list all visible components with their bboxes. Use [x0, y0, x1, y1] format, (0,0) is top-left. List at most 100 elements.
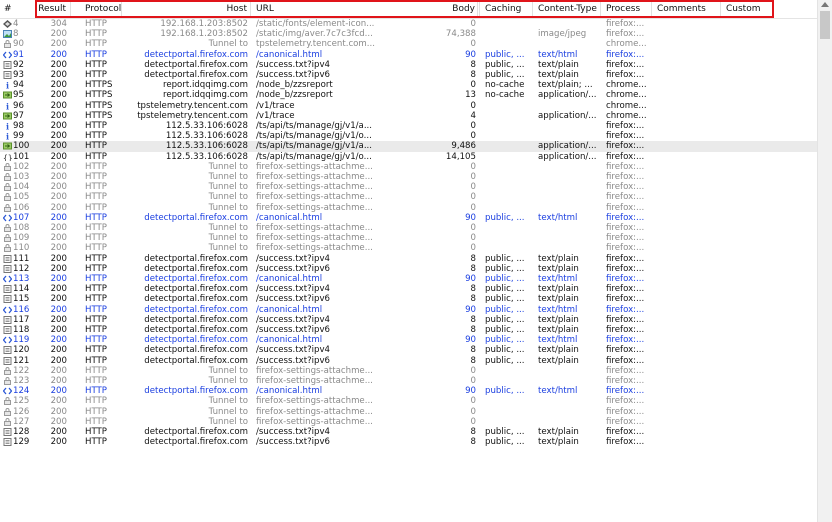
session-row[interactable]: 106 200 HTTP Tunnel to firefox-settings-atta… [0, 203, 818, 213]
cell-number: 104 [13, 182, 30, 193]
cell-protocol: HTTP [85, 253, 107, 264]
cell-caching: public, ... [485, 212, 525, 223]
cell-number: 97 [13, 110, 24, 121]
cell-body: 74,388 [445, 29, 476, 40]
cell-url: firefox-settings-attachme... [256, 182, 373, 193]
column-header-number[interactable]: # [0, 0, 36, 18]
session-row[interactable]: 115 200 HTTP detectportal.firefox.com/succe… [0, 294, 818, 304]
cell-host: detectportal.firefox.com [144, 284, 248, 295]
cell-caching: public, ... [485, 59, 525, 70]
column-header-protocol[interactable]: Protocol [72, 0, 122, 18]
cell-host: Tunnel to [208, 202, 248, 213]
session-row[interactable]: 112 200 HTTP detectportal.firefox.com/succe… [0, 264, 818, 274]
cell-content-type [538, 131, 601, 141]
session-row[interactable]: {} 101 200 HTTP 112.5.33.106:6028/ts/api/ts/… [0, 151, 818, 163]
session-row[interactable]: 107 200 HTTP detectportal.firefox.com/canon… [0, 213, 818, 223]
cell-body: 90 [465, 335, 476, 346]
session-row[interactable]: i 99 200 HTTP 112.5.33.106:6028/ts/api/ts/ma… [0, 131, 818, 142]
column-header-content-type[interactable]: Content-Type [534, 0, 601, 18]
svg-text:i: i [6, 102, 9, 110]
column-header-caching[interactable]: Caching [481, 0, 533, 18]
cell-number: 105 [13, 192, 30, 203]
column-header-result[interactable]: Result [37, 0, 71, 18]
column-header-row: # Result Protocol Host URL Body Caching … [0, 0, 818, 19]
session-row[interactable]: 121 200 HTTP detectportal.firefox.com/succe… [0, 356, 818, 366]
session-row[interactable]: i 98 200 HTTP 112.5.33.106:6028/ts/api/ts/ma… [0, 121, 818, 132]
column-header-host[interactable]: Host [123, 0, 251, 18]
cell-result: 200 [50, 304, 67, 315]
session-row[interactable]: 108 200 HTTP Tunnel to firefox-settings-atta… [0, 223, 818, 233]
session-row[interactable]: 125 200 HTTP Tunnel to firefox-settings-atta… [0, 396, 818, 406]
session-row[interactable]: 110 200 HTTP Tunnel to firefox-settings-atta… [0, 243, 818, 253]
column-header-custom[interactable]: Custom [722, 0, 774, 18]
session-row[interactable]: 109 200 HTTP Tunnel to firefox-settings-atta… [0, 233, 818, 243]
cell-process: firefox:... [606, 49, 645, 60]
cell-content-type [538, 396, 601, 406]
scrollbar-thumb[interactable] [820, 11, 830, 39]
session-row[interactable]: 97 200 HTTPS tpstelemetry.tencent.com/v1/tr… [0, 111, 818, 121]
session-row[interactable]: i 94 200 HTTPS report.idqqimg.com/node_b/zzs… [0, 80, 818, 91]
session-row[interactable]: 102 200 HTTP Tunnel to firefox-settings-atta… [0, 162, 818, 172]
cell-host: report.idqqimg.com [162, 90, 248, 101]
cell-content-type [538, 417, 601, 427]
session-row[interactable]: 119 200 HTTP detectportal.firefox.com/canon… [0, 335, 818, 345]
session-row[interactable]: 127 200 HTTP Tunnel to firefox-settings-atta… [0, 417, 818, 427]
cell-content-type: text/html [538, 212, 578, 223]
cell-number: 129 [13, 437, 30, 448]
session-row[interactable]: 8 200 HTTP 192.168.1.203:8502/static/img/av… [0, 29, 818, 39]
session-list[interactable]: # Result Protocol Host URL Body Caching … [0, 0, 818, 522]
session-row[interactable]: 129 200 HTTP detectportal.firefox.com/succe… [0, 437, 818, 447]
column-header-comments[interactable]: Comments [653, 0, 721, 18]
session-row[interactable]: 111 200 HTTP detectportal.firefox.com/succe… [0, 254, 818, 264]
cell-content-type: text/plain [538, 325, 579, 335]
cell-protocol: HTTP [85, 294, 107, 305]
cell-content-type: application/... [538, 110, 597, 121]
cell-result: 200 [50, 29, 67, 40]
cell-url: /success.txt?ipv6 [256, 70, 331, 80]
session-row[interactable]: 124 200 HTTP detectportal.firefox.com/canon… [0, 386, 818, 396]
session-row[interactable]: 4 304 HTTP 192.168.1.203:8502/static/fonts/… [0, 19, 818, 29]
cell-caching: public, ... [485, 437, 525, 448]
session-row[interactable]: 104 200 HTTP Tunnel to firefox-settings-atta… [0, 182, 818, 192]
cell-host: Tunnel to [208, 192, 248, 203]
cell-process: firefox:... [606, 365, 645, 376]
cell-body: 8 [470, 70, 476, 80]
session-row[interactable]: 92 200 HTTP detectportal.firefox.com/succes… [0, 60, 818, 70]
session-row[interactable]: 117 200 HTTP detectportal.firefox.com/succe… [0, 315, 818, 325]
text-icon [3, 71, 12, 79]
session-row[interactable]: 105 200 HTTP Tunnel to firefox-settings-atta… [0, 192, 818, 202]
session-row[interactable]: 126 200 HTTP Tunnel to firefox-settings-atta… [0, 407, 818, 417]
lock-icon [3, 203, 12, 212]
cell-result: 200 [50, 325, 67, 335]
cell-url: firefox-settings-attachme... [256, 202, 373, 213]
scroll-up-arrow-icon[interactable] [821, 2, 829, 7]
session-row[interactable]: 123 200 HTTP Tunnel to firefox-settings-atta… [0, 376, 818, 386]
session-row[interactable]: 114 200 HTTP detectportal.firefox.com/succe… [0, 284, 818, 294]
cell-result: 200 [50, 110, 67, 121]
session-row[interactable]: 113 200 HTTP detectportal.firefox.com/canon… [0, 274, 818, 284]
session-row[interactable]: i 96 200 HTTPS tpstelemetry.tencent.com/v1/t… [0, 101, 818, 112]
session-row[interactable]: 122 200 HTTP Tunnel to firefox-settings-atta… [0, 366, 818, 376]
vertical-scrollbar[interactable] [817, 0, 832, 522]
cell-url: /static/img/aver.7c7c3fcd... [256, 29, 373, 40]
session-row[interactable]: 103 200 HTTP Tunnel to firefox-settings-atta… [0, 172, 818, 182]
session-row[interactable]: 90 200 HTTP Tunnel to tpstelemetry.tencent.c… [0, 39, 818, 49]
session-row[interactable]: 116 200 HTTP detectportal.firefox.com/canon… [0, 305, 818, 315]
column-header-process[interactable]: Process [602, 0, 652, 18]
cell-body: 14,105 [445, 151, 476, 162]
session-row[interactable]: 128 200 HTTP detectportal.firefox.com/succe… [0, 427, 818, 437]
session-row[interactable]: 118 200 HTTP detectportal.firefox.com/succe… [0, 325, 818, 335]
session-row[interactable]: 93 200 HTTP detectportal.firefox.com/succes… [0, 70, 818, 80]
cell-process: firefox:... [606, 192, 645, 203]
cell-protocol: HTTP [85, 121, 107, 131]
session-row[interactable]: 95 200 HTTPS report.idqqimg.com/node_b/zzsr… [0, 90, 818, 100]
session-row[interactable]: 120 200 HTTP detectportal.firefox.com/succe… [0, 345, 818, 355]
cell-body: 0 [470, 406, 476, 417]
session-row[interactable]: 100 200 HTTP 112.5.33.106:6028/ts/api/ts/ma… [0, 141, 818, 152]
cell-result: 200 [50, 161, 67, 172]
column-header-body[interactable]: Body [379, 0, 480, 18]
cell-number: 125 [13, 396, 30, 407]
cell-number: 123 [13, 376, 30, 386]
cell-process: firefox:... [606, 70, 645, 80]
session-row[interactable]: 91 200 HTTP detectportal.firefox.com/canoni… [0, 50, 818, 60]
